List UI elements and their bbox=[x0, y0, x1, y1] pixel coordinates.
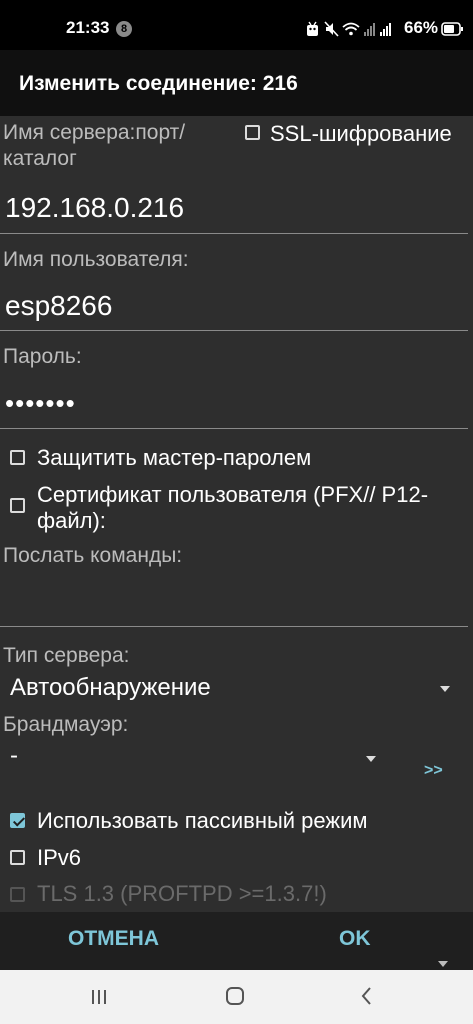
ok-button[interactable]: OK bbox=[339, 927, 371, 951]
password-input-underline bbox=[0, 428, 468, 429]
firewall-value: - bbox=[10, 742, 18, 769]
battery-percent: 66% bbox=[404, 18, 439, 37]
ssl-checkbox[interactable] bbox=[245, 125, 260, 140]
signal-icon bbox=[364, 23, 375, 36]
server-type-dropdown[interactable]: Автообнаружение bbox=[0, 672, 460, 706]
home-icon[interactable] bbox=[223, 984, 247, 1008]
cancel-button[interactable]: ОТМЕНА bbox=[68, 927, 159, 951]
dialog-title: Изменить соединение: 216 bbox=[19, 72, 298, 95]
master-password-label: Защитить мастер-паролем bbox=[37, 445, 312, 470]
mute-icon bbox=[324, 21, 339, 37]
tls13-label: TLS 1.3 (PROFTPD >=1.3.7!) bbox=[37, 881, 327, 906]
password-label: Пароль: bbox=[3, 345, 82, 368]
wifi-icon bbox=[342, 22, 360, 36]
status-icons bbox=[306, 20, 396, 38]
passive-mode-label: Использовать пассивный режим bbox=[37, 808, 368, 833]
commands-input-underline bbox=[0, 626, 468, 627]
chevron-down-icon bbox=[438, 961, 448, 967]
ipv6-label: IPv6 bbox=[37, 845, 82, 870]
server-input[interactable]: 192.168.0.216 bbox=[5, 192, 184, 224]
tls13-checkbox bbox=[10, 887, 25, 902]
certificate-label: Сертификат пользователя (PFX// P12-файл)… bbox=[37, 482, 429, 533]
passive-mode-checkbox[interactable] bbox=[10, 813, 25, 828]
firewall-dropdown[interactable]: - bbox=[0, 742, 385, 776]
server-label: Имя сервера:порт/каталог bbox=[3, 121, 186, 170]
commands-label: Послать команды: bbox=[3, 544, 183, 567]
ipv6-checkbox[interactable] bbox=[10, 850, 25, 865]
firewall-more-button[interactable]: >> bbox=[424, 762, 443, 780]
android-icon bbox=[307, 21, 318, 36]
user-input-underline bbox=[0, 330, 468, 331]
notification-count-badge: 8 bbox=[116, 21, 132, 37]
status-time: 21:33 bbox=[66, 18, 110, 37]
password-input[interactable]: ••••••• bbox=[5, 388, 76, 419]
commands-input[interactable] bbox=[5, 580, 465, 620]
firewall-label: Брандмауэр: bbox=[3, 713, 129, 736]
master-password-checkbox[interactable] bbox=[10, 450, 25, 465]
chevron-down-icon bbox=[366, 756, 376, 762]
recent-apps-icon[interactable] bbox=[88, 986, 110, 1008]
certificate-checkbox[interactable] bbox=[10, 498, 25, 513]
battery-icon bbox=[441, 20, 465, 38]
server-input-underline bbox=[0, 233, 468, 234]
chevron-down-icon bbox=[440, 686, 450, 692]
server-type-label: Тип сервера: bbox=[3, 644, 130, 667]
ssl-label: SSL-шифрование bbox=[270, 121, 452, 146]
user-label: Имя пользователя: bbox=[3, 248, 189, 271]
server-type-value: Автообнаружение bbox=[10, 674, 211, 701]
back-icon[interactable] bbox=[356, 985, 378, 1007]
signal-icon bbox=[380, 23, 391, 36]
user-input[interactable]: esp8266 bbox=[5, 290, 112, 322]
